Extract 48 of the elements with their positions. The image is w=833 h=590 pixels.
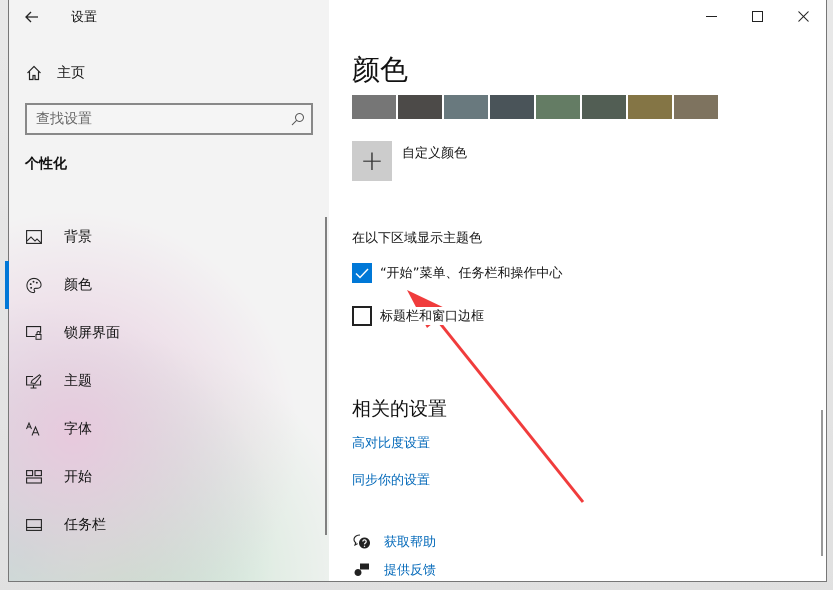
- nav-item[interactable]: 主题: [5, 357, 329, 405]
- nav-item[interactable]: 字体: [5, 405, 329, 453]
- back-arrow-icon: [25, 11, 39, 23]
- nav-item[interactable]: 任务栏: [5, 501, 329, 549]
- palette-icon: [26, 276, 42, 294]
- tiles-icon: [26, 470, 42, 484]
- taskbar-icon: [26, 519, 42, 531]
- color-swatch[interactable]: [444, 95, 488, 119]
- nav-item[interactable]: 锁屏界面: [5, 309, 329, 357]
- section-heading: 相关的设置: [352, 397, 447, 422]
- checkbox-label: “开始”菜单、任务栏和操作中心: [380, 264, 562, 282]
- color-swatch[interactable]: [490, 95, 534, 119]
- color-swatch[interactable]: [398, 95, 442, 119]
- color-swatch[interactable]: [352, 95, 396, 119]
- scrollbar-thumb[interactable]: [821, 410, 823, 556]
- maximize-icon: [752, 11, 762, 22]
- home-link[interactable]: 主页: [57, 64, 85, 82]
- home-icon: [26, 65, 42, 81]
- page-heading: 颜色: [352, 52, 408, 88]
- help-chat-icon: [352, 534, 372, 550]
- settings-link[interactable]: 同步你的设置: [352, 471, 430, 489]
- scrollbar-thumb[interactable]: [325, 217, 327, 535]
- color-swatch[interactable]: [674, 95, 718, 119]
- accent-label: 在以下区域显示主题色: [352, 230, 482, 247]
- search-field[interactable]: 查找设置: [25, 103, 313, 135]
- checkbox-label: 标题栏和窗口边框: [380, 307, 484, 325]
- settings-link[interactable]: 高对比度设置: [352, 434, 430, 452]
- help-link[interactable]: 获取帮助: [384, 533, 436, 551]
- lock-screen-icon: [26, 326, 42, 340]
- color-swatch[interactable]: [582, 95, 626, 119]
- close-icon: [798, 11, 808, 22]
- nav-item[interactable]: 开始: [5, 453, 329, 501]
- section-title: 个性化: [25, 155, 68, 174]
- help-link[interactable]: 提供反馈: [384, 561, 436, 579]
- checkbox[interactable]: [352, 263, 372, 283]
- nav-item[interactable]: 背景: [5, 213, 329, 261]
- picture-icon: [26, 230, 42, 244]
- feedback-icon: [352, 563, 372, 577]
- add-color-button[interactable]: +: [352, 141, 392, 181]
- font-icon: [26, 422, 42, 436]
- window-title: 设置: [71, 9, 97, 26]
- custom-color-label: 自定义颜色: [402, 145, 467, 162]
- checkbox[interactable]: [352, 306, 372, 326]
- color-swatch[interactable]: [628, 95, 672, 119]
- search-icon: [291, 112, 305, 126]
- color-swatch[interactable]: [536, 95, 580, 119]
- brush-monitor-icon: [26, 374, 42, 388]
- checkmark-icon: [355, 268, 369, 278]
